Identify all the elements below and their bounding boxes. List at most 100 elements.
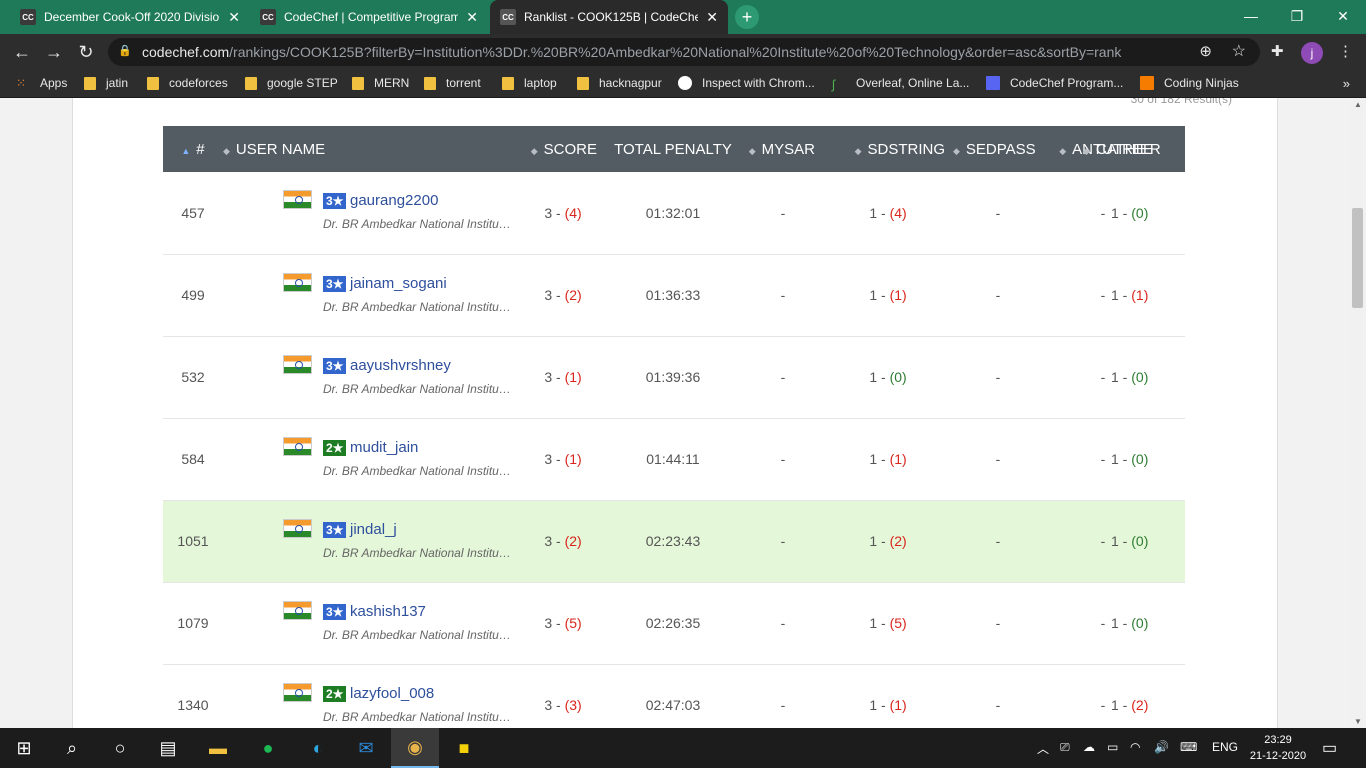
scrollbar-thumb[interactable]	[1352, 208, 1363, 308]
column-header-score[interactable]: ◆ SCORE	[523, 126, 603, 172]
file-explorer-icon[interactable]: ▬	[194, 728, 242, 768]
bookmark-coding-ninjas[interactable]: Coding Ninjas	[1140, 76, 1239, 90]
scroll-down-icon[interactable]: ▼	[1354, 717, 1362, 726]
chrome-icon	[678, 76, 692, 90]
cathier-value: 1	[1111, 697, 1119, 713]
column-header-total-penalty[interactable]: TOTAL PENALTY	[603, 126, 743, 172]
mysar-cell: -	[743, 664, 823, 728]
username-link[interactable]: jainam_sogani	[350, 275, 447, 292]
bookmark-mern[interactable]: MERN	[352, 76, 409, 90]
volume-icon[interactable]: 🔊	[1154, 740, 1169, 754]
keyboard-icon[interactable]: ⌨	[1180, 740, 1197, 754]
column-header-sedpass[interactable]: ◆ SEDPASS	[953, 126, 1043, 172]
back-arrow-icon[interactable]: ←	[10, 40, 34, 64]
username-link[interactable]: gaurang2200	[350, 192, 438, 209]
sedpass-cell: -	[953, 500, 1043, 582]
antutree-value: -	[1100, 533, 1106, 549]
minimize-button[interactable]: —	[1228, 0, 1274, 32]
sticky-notes-icon[interactable]: ■	[440, 728, 488, 768]
bookmark-apps[interactable]: ⁙ Apps	[16, 76, 67, 90]
spotify-icon[interactable]: ●	[244, 728, 292, 768]
penalty-value: 01:44:11	[646, 451, 700, 467]
reload-icon[interactable]: ↻	[74, 40, 98, 64]
column-header-cathier[interactable]: ◆ CATHIER	[1083, 126, 1185, 172]
rank-cell: 1079	[163, 582, 223, 664]
close-window-button[interactable]: ✕	[1320, 0, 1366, 32]
username-link[interactable]: lazyfool_008	[350, 685, 434, 702]
column-header-rank[interactable]: ▲ #	[163, 126, 223, 172]
username-link[interactable]: kashish137	[350, 603, 426, 620]
cathier-cell: 1 - (0)	[1111, 418, 1185, 500]
antutree-value: -	[1100, 287, 1106, 303]
penalty-cell: 01:36:33	[603, 254, 743, 336]
edge-icon[interactable]: ◐	[294, 728, 342, 768]
new-tab-button[interactable]: +	[735, 5, 759, 29]
menu-kebab-icon[interactable]: ⋮	[1338, 42, 1353, 60]
tab-codechef-home[interactable]: CC CodeChef | Competitive Program ✕	[250, 0, 488, 34]
penalty-cell: 01:32:01	[603, 172, 743, 254]
rank-cell: 499	[163, 254, 223, 336]
institution-name: Dr. BR Ambedkar National Institute of Te…	[323, 709, 513, 724]
tab-december-cookoff[interactable]: CC December Cook-Off 2020 Divisio ✕	[10, 0, 250, 34]
user-cell: 3★ jainam_sogani Dr. BR Ambedkar National …	[223, 254, 523, 336]
notifications-icon[interactable]: ▭	[1322, 738, 1337, 758]
onedrive-cloud-icon[interactable]: ☁	[1083, 740, 1095, 754]
language-indicator[interactable]: ENG	[1212, 740, 1238, 754]
bookmark-laptop[interactable]: laptop	[502, 76, 557, 90]
tab-close-icon[interactable]: ✕	[228, 9, 240, 26]
cathier-value: 1	[1111, 204, 1119, 221]
username-link[interactable]: mudit_jain	[350, 439, 418, 456]
sdstring-wrong-attempts: (0)	[889, 369, 907, 385]
sdstring-cell: 1 - (1)	[869, 697, 907, 713]
tab-close-icon[interactable]: ✕	[706, 9, 718, 26]
profile-avatar[interactable]: j	[1301, 42, 1323, 64]
bookmark-hacknagpur[interactable]: hacknagpur	[577, 76, 662, 90]
overleaf-icon: ʃ	[832, 76, 835, 92]
zoom-icon[interactable]: ⊕	[1199, 42, 1212, 60]
battery-icon[interactable]: ▭	[1107, 740, 1118, 754]
search-icon[interactable]: ⌕	[48, 728, 96, 768]
tab-close-icon[interactable]: ✕	[466, 9, 478, 26]
cortana-icon[interactable]: ○	[96, 728, 144, 768]
folder-icon	[502, 76, 514, 90]
task-view-icon[interactable]: ▤	[144, 728, 192, 768]
bookmark-star-icon[interactable]: ☆	[1232, 41, 1246, 61]
bookmarks-overflow-icon[interactable]: »	[1343, 76, 1350, 91]
forward-arrow-icon[interactable]: →	[42, 40, 66, 64]
tray-overflow-icon[interactable]: ︿	[1037, 740, 1049, 757]
extensions-puzzle-icon[interactable]: ✚	[1271, 42, 1284, 60]
chrome-taskbar-icon[interactable]: ◉	[391, 728, 439, 768]
windows-start-icon[interactable]: ⊞	[0, 728, 48, 768]
bookmark-google-step[interactable]: google STEP	[245, 76, 338, 90]
column-header-sdstring[interactable]: ◆ SDSTRING	[823, 126, 953, 172]
url-text: codechef.com/rankings/COOK125B?filterBy=…	[142, 44, 1122, 60]
cathier-wrong-attempts: (2)	[1131, 697, 1149, 713]
scroll-up-icon[interactable]: ▲	[1354, 100, 1362, 109]
address-bar[interactable]: 🔒 codechef.com/rankings/COOK125B?filterB…	[108, 38, 1260, 66]
meet-now-icon[interactable]: ⎚	[1060, 740, 1070, 755]
table-row: 499 3★ jainam_sogani Dr. BR Ambedkar Nation…	[163, 254, 1185, 336]
wifi-icon[interactable]: ◠	[1130, 740, 1140, 754]
username-link[interactable]: aayushvrshney	[350, 357, 451, 374]
bookmark-overleaf[interactable]: ʃ Overleaf, Online La...	[832, 76, 969, 92]
column-header-mysar[interactable]: ◆ MYSAR	[743, 126, 823, 172]
page-scrollbar[interactable]: ▲ ▼	[1350, 98, 1366, 728]
bookmark-inspect-chrome[interactable]: Inspect with Chrom...	[678, 76, 815, 90]
tab-ranklist[interactable]: CC Ranklist - COOK125B | CodeChef ✕	[490, 0, 728, 34]
username-link[interactable]: jindal_j	[350, 521, 397, 538]
bookmark-jatin[interactable]: jatin	[84, 76, 128, 90]
bookmark-codeforces[interactable]: codeforces	[147, 76, 228, 90]
bookmark-codechef[interactable]: CodeChef Program...	[986, 76, 1123, 90]
penalty-value: 02:47:03	[645, 697, 701, 713]
mysar-cell: -	[743, 172, 823, 254]
ranklist-table: ▲ # ◆ USER NAME ◆ SCORE TOTAL PENALTY ◆ MYSA…	[163, 126, 1185, 728]
clock-date: 21-12-2020	[1249, 750, 1307, 762]
rank-cell: 1051	[163, 500, 223, 582]
column-header-username[interactable]: ◆ USER NAME	[223, 126, 523, 172]
mail-icon[interactable]: ✉	[342, 728, 390, 768]
restore-button[interactable]: ❐	[1274, 0, 1320, 32]
system-clock[interactable]: 23:29 21-12-2020	[1245, 732, 1311, 764]
bookmark-torrent[interactable]: torrent	[424, 76, 481, 90]
tab-title: Ranklist - COOK125B | CodeChef	[524, 10, 699, 24]
lock-icon: 🔒	[118, 45, 132, 57]
